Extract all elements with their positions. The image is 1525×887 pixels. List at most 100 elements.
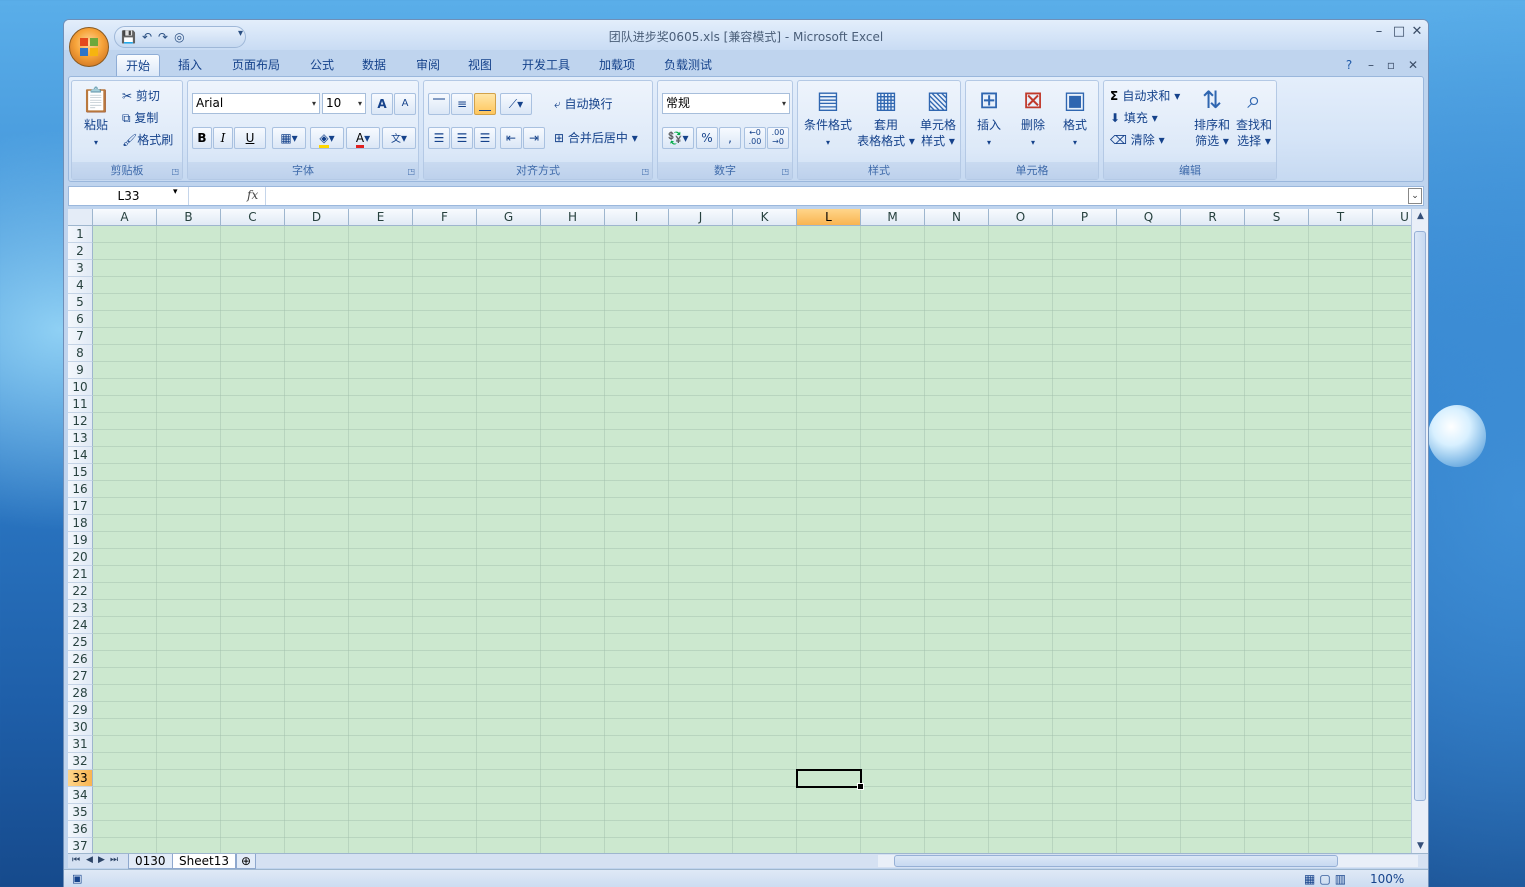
- fill-button[interactable]: ⬇ 填充 ▾: [1110, 109, 1158, 126]
- sheet-tab-sheet13[interactable]: Sheet13: [172, 854, 236, 869]
- align-right-button[interactable]: ☰: [474, 127, 496, 149]
- row-header-3[interactable]: 3: [68, 260, 93, 277]
- column-header-h[interactable]: H: [541, 209, 605, 226]
- row-header-2[interactable]: 2: [68, 243, 93, 260]
- scroll-up-icon[interactable]: ▲: [1412, 211, 1428, 221]
- column-header-t[interactable]: T: [1309, 209, 1373, 226]
- copy-button[interactable]: ⧉ 复制: [122, 109, 158, 126]
- print-preview-icon[interactable]: ◎: [174, 30, 184, 44]
- underline-button[interactable]: U: [234, 127, 266, 149]
- autosum-button[interactable]: Σ 自动求和 ▾: [1110, 87, 1180, 104]
- insert-sheet-icon[interactable]: ⊕: [236, 854, 257, 869]
- save-icon[interactable]: 💾: [121, 30, 136, 44]
- number-launcher-icon[interactable]: ◳: [781, 167, 789, 176]
- increase-decimal-button[interactable]: ←0.00: [744, 127, 766, 149]
- normal-view-icon[interactable]: ▦: [1304, 872, 1319, 886]
- align-bottom-button[interactable]: ⎽: [474, 93, 496, 115]
- wrap-text-button[interactable]: ⤶ 自动换行: [554, 95, 613, 112]
- expand-formula-bar-icon[interactable]: ⌄: [1408, 188, 1422, 204]
- merge-center-button[interactable]: ⊞ 合并后居中 ▾: [554, 129, 638, 146]
- row-header-9[interactable]: 9: [68, 362, 93, 379]
- row-header-22[interactable]: 22: [68, 583, 93, 600]
- column-header-s[interactable]: S: [1245, 209, 1309, 226]
- tab-insert[interactable]: 插入: [170, 54, 210, 76]
- undo-icon[interactable]: ↶: [142, 30, 152, 44]
- row-header-17[interactable]: 17: [68, 498, 93, 515]
- page-layout-view-icon[interactable]: ▢: [1319, 872, 1334, 886]
- format-as-table-button[interactable]: ▦ 套用 表格格式 ▾: [856, 85, 916, 149]
- column-header-i[interactable]: I: [605, 209, 669, 226]
- row-header-15[interactable]: 15: [68, 464, 93, 481]
- maximize-button[interactable]: □: [1390, 24, 1408, 39]
- column-header-g[interactable]: G: [477, 209, 541, 226]
- increase-indent-button[interactable]: ⇥: [523, 127, 545, 149]
- find-select-button[interactable]: ⌕ 查找和 选择 ▾: [1232, 85, 1276, 149]
- row-header-25[interactable]: 25: [68, 634, 93, 651]
- name-box[interactable]: L33: [69, 187, 189, 205]
- last-sheet-icon[interactable]: ⏭: [110, 855, 118, 865]
- macro-record-icon[interactable]: ▣: [72, 872, 82, 885]
- row-header-11[interactable]: 11: [68, 396, 93, 413]
- row-header-34[interactable]: 34: [68, 787, 93, 804]
- conditional-format-button[interactable]: ▤ 条件格式 ▾: [800, 85, 856, 151]
- row-header-36[interactable]: 36: [68, 821, 93, 838]
- redo-icon[interactable]: ↷: [158, 30, 168, 44]
- doc-close-button[interactable]: ✕: [1406, 54, 1420, 76]
- fill-color-button[interactable]: ◈▾: [310, 127, 344, 149]
- close-button[interactable]: ✕: [1408, 24, 1426, 39]
- tab-developer[interactable]: 开发工具: [514, 54, 578, 76]
- format-cells-button[interactable]: ▣ 格式 ▾: [1054, 85, 1096, 151]
- comma-button[interactable]: ,: [719, 127, 741, 149]
- row-header-21[interactable]: 21: [68, 566, 93, 583]
- column-header-m[interactable]: M: [861, 209, 925, 226]
- row-header-10[interactable]: 10: [68, 379, 93, 396]
- vertical-scroll-thumb[interactable]: [1414, 231, 1426, 801]
- column-header-l[interactable]: L: [797, 209, 861, 226]
- row-header-12[interactable]: 12: [68, 413, 93, 430]
- row-header-14[interactable]: 14: [68, 447, 93, 464]
- tab-addins[interactable]: 加载项: [592, 54, 642, 76]
- row-header-5[interactable]: 5: [68, 294, 93, 311]
- row-header-23[interactable]: 23: [68, 600, 93, 617]
- row-header-16[interactable]: 16: [68, 481, 93, 498]
- align-center-button[interactable]: ☰: [451, 127, 473, 149]
- tab-data[interactable]: 数据: [354, 54, 394, 76]
- row-header-28[interactable]: 28: [68, 685, 93, 702]
- column-header-d[interactable]: D: [285, 209, 349, 226]
- cell-area[interactable]: [93, 226, 1411, 853]
- alignment-launcher-icon[interactable]: ◳: [641, 167, 649, 176]
- italic-button[interactable]: I: [213, 127, 233, 149]
- paste-button[interactable]: 📋 粘贴 ▾: [76, 85, 116, 151]
- clipboard-launcher-icon[interactable]: ◳: [171, 167, 179, 176]
- percent-button[interactable]: %: [696, 127, 718, 149]
- tab-load-test[interactable]: 负载测试: [656, 54, 720, 76]
- row-header-37[interactable]: 37: [68, 838, 93, 853]
- column-header-a[interactable]: A: [93, 209, 157, 226]
- row-header-20[interactable]: 20: [68, 549, 93, 566]
- row-header-32[interactable]: 32: [68, 753, 93, 770]
- column-header-r[interactable]: R: [1181, 209, 1245, 226]
- column-header-e[interactable]: E: [349, 209, 413, 226]
- decrease-indent-button[interactable]: ⇤: [500, 127, 522, 149]
- phonetic-button[interactable]: 文▾: [382, 127, 416, 149]
- row-header-30[interactable]: 30: [68, 719, 93, 736]
- column-header-c[interactable]: C: [221, 209, 285, 226]
- number-format-select[interactable]: 常规 ▾: [662, 93, 790, 114]
- delete-cells-button[interactable]: ⊠ 删除 ▾: [1012, 85, 1054, 151]
- row-header-31[interactable]: 31: [68, 736, 93, 753]
- select-all-corner[interactable]: [68, 209, 93, 226]
- bold-button[interactable]: B: [192, 127, 212, 149]
- row-header-4[interactable]: 4: [68, 277, 93, 294]
- next-sheet-icon[interactable]: ▶: [98, 855, 105, 865]
- row-header-7[interactable]: 7: [68, 328, 93, 345]
- column-header-u[interactable]: U: [1373, 209, 1411, 226]
- row-header-35[interactable]: 35: [68, 804, 93, 821]
- row-header-6[interactable]: 6: [68, 311, 93, 328]
- active-cell[interactable]: [796, 769, 864, 790]
- row-header-18[interactable]: 18: [68, 515, 93, 532]
- doc-minimize-button[interactable]: –: [1364, 54, 1378, 76]
- horizontal-scrollbar[interactable]: [878, 855, 1418, 867]
- align-top-button[interactable]: ⎺: [428, 93, 450, 115]
- tab-page-layout[interactable]: 页面布局: [224, 54, 288, 76]
- zoom-level[interactable]: 100%: [1370, 872, 1404, 886]
